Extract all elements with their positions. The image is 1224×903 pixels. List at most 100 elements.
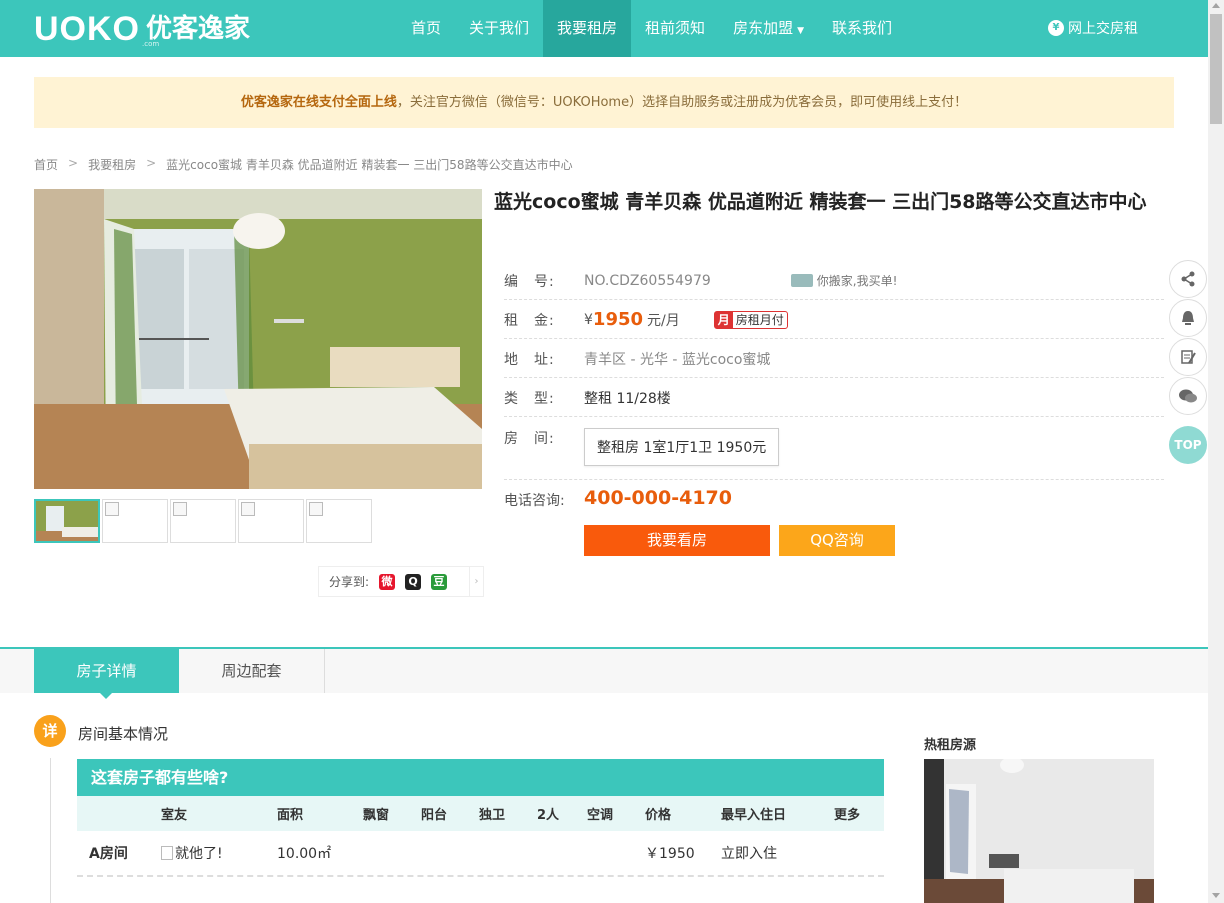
listing-title: 蓝光coco蜜城 青羊贝森 优品道附近 精装套一 三出门58路等公交直达市中心	[494, 191, 1147, 213]
broken-image-icon	[105, 502, 119, 516]
thumbnail-image	[36, 501, 98, 541]
tab-surroundings[interactable]: 周边配套	[179, 649, 325, 693]
info-row-rent: 租 金: ¥ 1950 元/月 月房租月付	[504, 301, 1164, 339]
room-table-title: 这套房子都有些啥?	[77, 759, 884, 796]
nav-rent[interactable]: 我要租房	[543, 0, 632, 57]
caret-down-icon: ▼	[797, 26, 804, 36]
move-tag-text: 你搬家,我买单!	[816, 274, 898, 288]
weibo-icon[interactable]: 微	[379, 573, 396, 590]
book-viewing-button[interactable]: 我要看房	[584, 525, 770, 556]
thumbnail-3[interactable]	[170, 499, 236, 543]
share-more-arrow-icon[interactable]: ›	[469, 567, 483, 596]
thumbnail-2[interactable]	[102, 499, 168, 543]
breadcrumb-separator: >	[68, 156, 79, 170]
back-to-top-button[interactable]: TOP	[1169, 426, 1207, 464]
col-bay-window: 飘窗	[363, 808, 390, 823]
room-option[interactable]: 整租房 1室1厅1卫 1950元	[584, 428, 780, 466]
qq-icon[interactable]: Q	[405, 573, 422, 590]
scroll-down-arrow-icon[interactable]	[1212, 893, 1220, 898]
nav-about[interactable]: 关于我们	[455, 0, 543, 57]
col-price: 价格	[645, 808, 672, 823]
broken-image-icon	[241, 502, 255, 516]
info-row-type: 类 型: 整租 11/28楼	[504, 379, 1164, 417]
breadcrumb-rent[interactable]: 我要租房	[88, 156, 136, 173]
room-photo-image	[34, 189, 482, 489]
qq-bell-icon[interactable]	[1169, 299, 1207, 337]
tab-house-details[interactable]: 房子详情	[34, 649, 179, 699]
hot-listing-photo[interactable]	[924, 759, 1154, 903]
truck-icon	[790, 274, 813, 287]
wechat-icon[interactable]	[1169, 377, 1207, 415]
thumbnail-1[interactable]	[34, 499, 100, 543]
nav-contact[interactable]: 联系我们	[818, 0, 906, 57]
room-table-header: 室友 面积 飘窗 阳台 独卫 2人 空调 价格 最早入住日 更多	[77, 796, 884, 831]
col-two-people: 2人	[537, 808, 560, 823]
room-price: ￥1950	[645, 846, 695, 862]
share-glyph	[1181, 271, 1195, 287]
rent-label: 租 金:	[504, 312, 555, 329]
room-move-in: 立即入住	[721, 846, 777, 862]
page-scrollbar[interactable]	[1208, 0, 1224, 903]
col-aircon: 空调	[587, 808, 614, 823]
phone-number: 400-000-4170	[584, 487, 732, 509]
share-icon[interactable]	[1169, 260, 1207, 298]
nav-landlord[interactable]: 房东加盟 ▼	[719, 0, 818, 57]
notice-text: ，关注官方微信（微信号：UOKOHome）选择自助服务或注册成为优客会员，即可使…	[396, 95, 968, 110]
edit-glyph	[1181, 350, 1196, 364]
info-row-address: 地 址: 青羊区 - 光华 - 蓝光coco蜜城	[504, 340, 1164, 378]
breadcrumb: 首页 > 我要租房 > 蓝光coco蜜城 青羊贝森 优品道附近 精装套一 三出门…	[34, 156, 583, 173]
address-value[interactable]: 青羊区 - 光华 - 蓝光coco蜜城	[584, 349, 770, 369]
main-room-photo[interactable]	[34, 189, 482, 489]
col-move-in: 最早入住日	[721, 808, 787, 823]
rent-unit: 元/月	[647, 312, 680, 329]
table-row[interactable]: A房间 就他了! 10.00㎡ ￥1950 立即入住	[77, 831, 884, 877]
room-table: 这套房子都有些啥? 室友 面积 飘窗 阳台 独卫 2人 空调 价格 最早入住日 …	[77, 759, 884, 877]
scroll-up-arrow-icon[interactable]	[1212, 3, 1220, 8]
logo-domain: .com	[142, 40, 160, 48]
room-name: A房间	[89, 846, 128, 862]
thumbnail-5[interactable]	[306, 499, 372, 543]
pay-rent-link[interactable]: ¥ 网上交房租	[1048, 18, 1138, 38]
logo-chinese-name: 优客逸家	[146, 14, 251, 44]
thumbnail-4[interactable]	[238, 499, 304, 543]
broken-image-icon	[173, 502, 187, 516]
col-area: 面积	[277, 808, 304, 823]
id-value: NO.CDZ60554979	[584, 272, 711, 289]
month-icon: 月	[714, 311, 733, 328]
nav-home[interactable]: 首页	[397, 0, 455, 57]
broken-image-icon	[309, 502, 323, 516]
move-tag[interactable]: 你搬家,我买单!	[790, 272, 898, 289]
phone-label: 电话咨询:	[504, 493, 565, 509]
qq-consult-button[interactable]: QQ咨询	[779, 525, 895, 556]
col-balcony: 阳台	[421, 808, 448, 823]
id-label: 编 号:	[504, 273, 555, 290]
type-label: 类 型:	[504, 390, 555, 407]
douban-icon[interactable]: 豆	[431, 573, 448, 590]
nav-landlord-label: 房东加盟	[733, 19, 794, 37]
hot-listings-title: 热租房源	[924, 738, 977, 753]
breadcrumb-separator: >	[146, 156, 157, 170]
roommate-image: 就他了!	[161, 831, 223, 875]
hot-listing-image	[924, 759, 1154, 903]
detail-badge-icon: 详	[34, 715, 66, 747]
breadcrumb-home[interactable]: 首页	[34, 156, 58, 173]
qq-glyph	[1182, 311, 1194, 325]
site-logo[interactable]: UOKO 优客逸家 .com	[34, 10, 250, 48]
payment-notice-banner: 优客逸家在线支付全面上线，关注官方微信（微信号：UOKOHome）选择自助服务或…	[34, 77, 1174, 128]
address-label: 地 址:	[504, 351, 555, 368]
broken-image-icon	[161, 846, 173, 860]
info-row-id: 编 号: NO.CDZ60554979 你搬家,我买单!	[504, 262, 1164, 300]
breadcrumb-current: 蓝光coco蜜城 青羊贝森 优品道附近 精装套一 三出门58路等公交直达市中心	[166, 158, 573, 172]
scroll-thumb[interactable]	[1210, 14, 1222, 124]
rent-currency: ¥	[584, 311, 593, 328]
share-bar: 分享到: 微 Q 豆 ›	[318, 566, 484, 597]
detail-tabs: 房子详情 周边配套	[0, 647, 1208, 699]
type-value: 整租 11/28楼	[584, 390, 671, 407]
col-more: 更多	[834, 808, 861, 823]
room-label: 房 间:	[504, 431, 555, 447]
roommate-alt-text: 就他了!	[175, 846, 223, 862]
photo-thumbnails	[34, 499, 374, 543]
nav-notice[interactable]: 租前须知	[631, 0, 719, 57]
edit-icon[interactable]	[1169, 338, 1207, 376]
col-private-bath: 独卫	[479, 808, 506, 823]
